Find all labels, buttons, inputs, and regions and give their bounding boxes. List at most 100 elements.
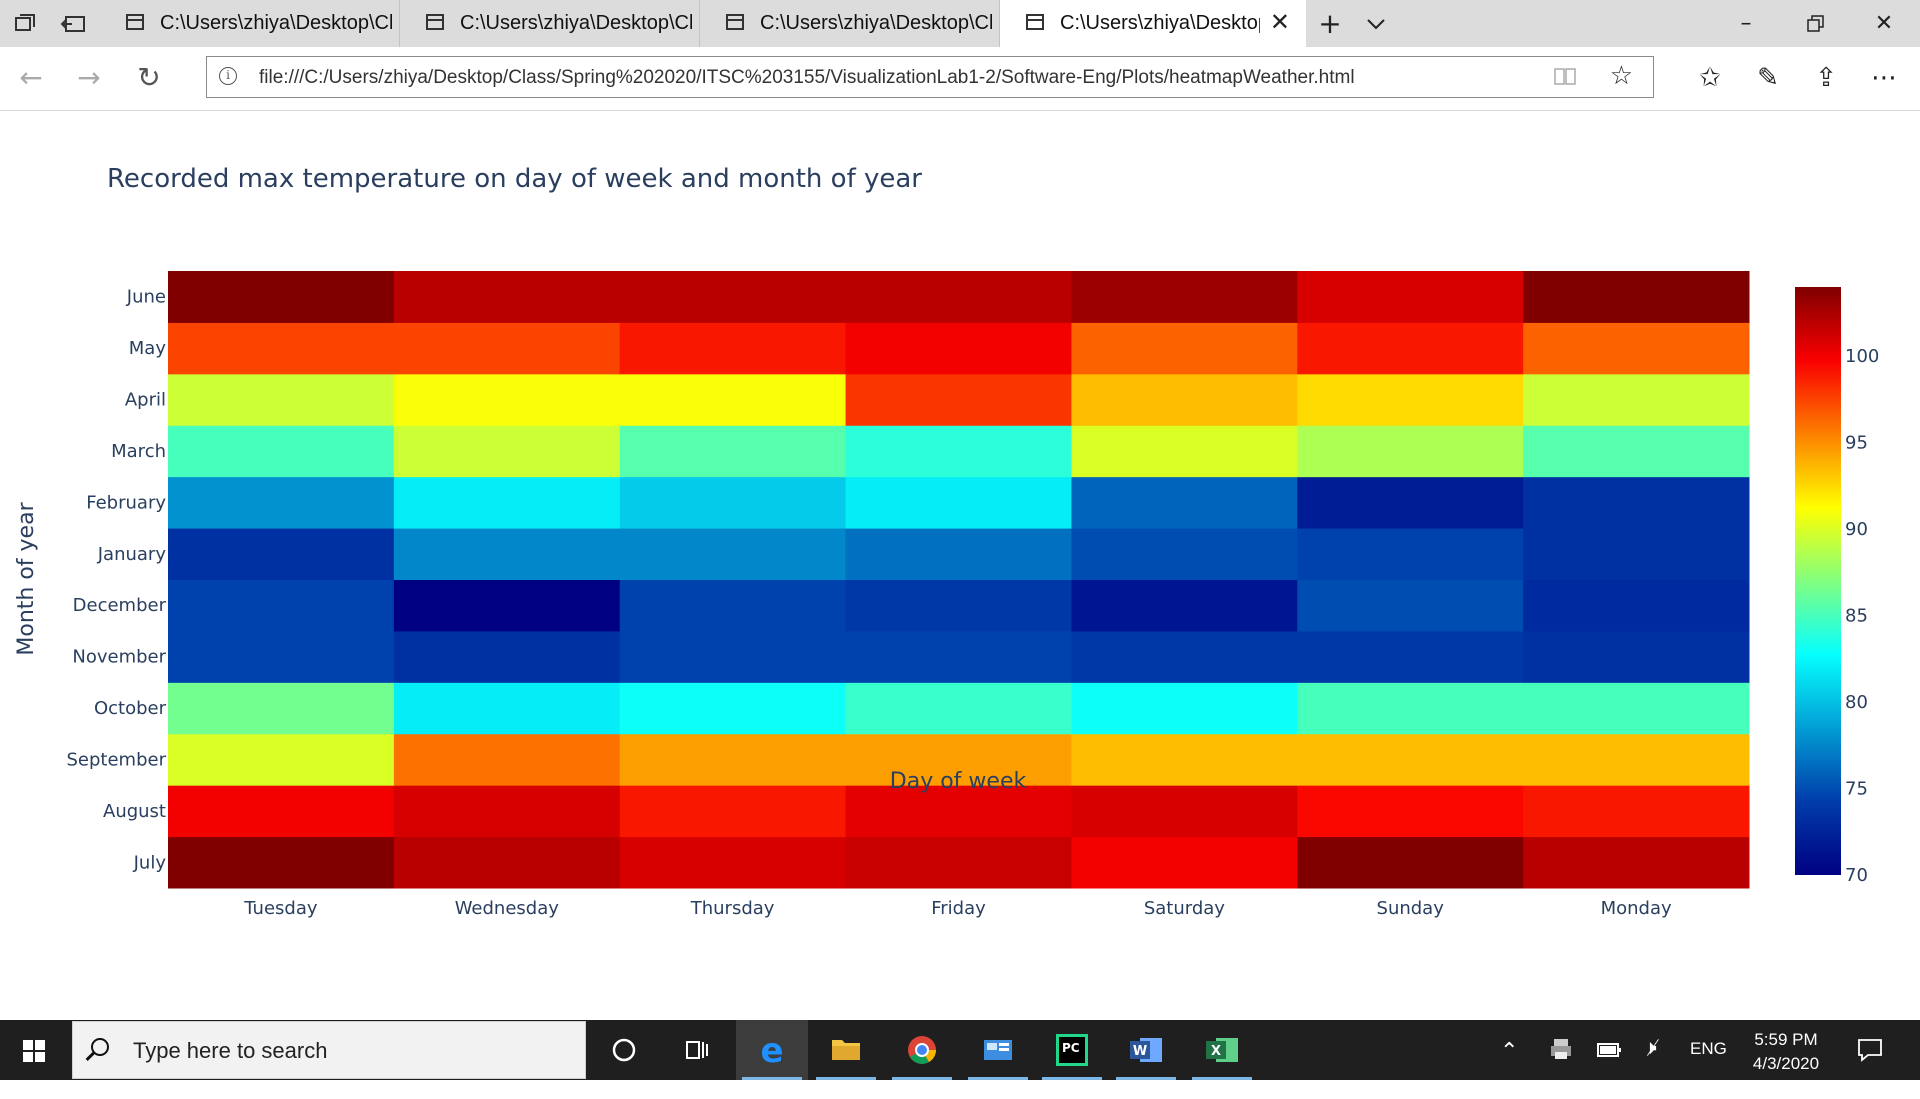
heatmap-cell[interactable] bbox=[1523, 579, 1750, 632]
heatmap-cell[interactable] bbox=[619, 785, 847, 838]
heatmap-cell[interactable] bbox=[1523, 425, 1750, 478]
heatmap-cell[interactable] bbox=[1297, 733, 1524, 786]
volume-muted-icon[interactable]: 🕨̸ bbox=[1644, 1037, 1657, 1097]
heatmap-cell[interactable] bbox=[393, 785, 621, 838]
heatmap-cell[interactable] bbox=[845, 630, 1072, 683]
cortana-icon[interactable] bbox=[588, 1020, 660, 1080]
heatmap-cell[interactable] bbox=[1071, 785, 1298, 838]
browser-tab[interactable]: C:\Users\zhiya\Desktop\Cla: bbox=[700, 0, 1000, 47]
set-tabs-aside-icon[interactable] bbox=[60, 10, 88, 38]
task-view-icon[interactable] bbox=[660, 1020, 732, 1080]
heatmap-cell[interactable] bbox=[619, 579, 847, 632]
heatmap-cell[interactable] bbox=[1297, 836, 1524, 889]
chrome-icon[interactable] bbox=[886, 1020, 958, 1080]
heatmap-cell[interactable] bbox=[1071, 630, 1298, 683]
heatmap-cell[interactable] bbox=[393, 630, 621, 683]
minimize-icon[interactable]: – bbox=[1726, 8, 1766, 40]
heatmap-cell[interactable] bbox=[1071, 373, 1298, 426]
heatmap-cell[interactable] bbox=[845, 579, 1072, 632]
heatmap-cell[interactable] bbox=[168, 271, 395, 323]
close-tab-icon[interactable]: ✕ bbox=[1270, 10, 1290, 34]
heatmap-cell[interactable] bbox=[845, 322, 1072, 375]
heatmap-cell[interactable] bbox=[845, 836, 1072, 889]
heatmap-cell[interactable] bbox=[1523, 785, 1750, 838]
heatmap-cell[interactable] bbox=[1297, 785, 1524, 838]
word-icon[interactable]: W bbox=[1110, 1020, 1182, 1080]
heatmap-cell[interactable] bbox=[619, 476, 847, 529]
heatmap-cell[interactable] bbox=[619, 733, 847, 786]
heatmap-cell[interactable] bbox=[619, 322, 847, 375]
address-url[interactable]: file:///C:/Users/zhiya/Desktop/Class/Spr… bbox=[259, 67, 1355, 89]
more-icon[interactable]: ⋯ bbox=[1866, 61, 1902, 95]
heatmap-cell[interactable] bbox=[845, 373, 1072, 426]
heatmap-cell[interactable] bbox=[619, 630, 847, 683]
edge-browser-icon[interactable]: e bbox=[736, 1020, 808, 1080]
heatmap-cell[interactable] bbox=[1071, 836, 1298, 889]
control-panel-icon[interactable] bbox=[962, 1020, 1034, 1080]
restore-icon[interactable] bbox=[1796, 8, 1836, 40]
favorites-icon[interactable]: ✩ bbox=[1692, 61, 1728, 95]
heatmap-cell[interactable] bbox=[168, 322, 395, 375]
heatmap-cell[interactable] bbox=[393, 271, 621, 323]
heatmap-cell[interactable] bbox=[1297, 579, 1524, 632]
heatmap-cell[interactable] bbox=[845, 271, 1072, 323]
heatmap-cell[interactable] bbox=[1297, 322, 1524, 375]
input-language[interactable]: ENG bbox=[1690, 1039, 1727, 1099]
heatmap-cell[interactable] bbox=[1071, 579, 1298, 632]
windows-start-icon[interactable] bbox=[0, 1020, 70, 1080]
heatmap-cell[interactable] bbox=[1297, 271, 1524, 323]
battery-icon[interactable] bbox=[1596, 1038, 1624, 1098]
heatmap-cell[interactable] bbox=[1071, 476, 1298, 529]
heatmap-cell[interactable] bbox=[1297, 528, 1524, 580]
heatmap-cell[interactable] bbox=[619, 271, 847, 323]
heatmap-cell[interactable] bbox=[168, 733, 395, 786]
system-clock[interactable]: 5:59 PM 4/3/2020 bbox=[1740, 1028, 1832, 1076]
heatmap-cell[interactable] bbox=[393, 682, 621, 735]
heatmap-cell[interactable] bbox=[393, 528, 621, 580]
heatmap-cell[interactable] bbox=[619, 836, 847, 889]
heatmap-cell[interactable] bbox=[168, 682, 395, 735]
heatmap-cell[interactable] bbox=[168, 836, 395, 889]
heatmap-cell[interactable] bbox=[619, 528, 847, 580]
heatmap-cell[interactable] bbox=[1071, 425, 1298, 478]
heatmap-cell[interactable] bbox=[393, 425, 621, 478]
chevron-down-icon[interactable] bbox=[1356, 8, 1396, 40]
action-center-icon[interactable] bbox=[1856, 1036, 1884, 1096]
heatmap-cell[interactable] bbox=[845, 528, 1072, 580]
heatmap-cell[interactable] bbox=[393, 373, 621, 426]
heatmap-cell[interactable] bbox=[168, 579, 395, 632]
heatmap-cell[interactable] bbox=[393, 579, 621, 632]
heatmap-cell[interactable] bbox=[1071, 528, 1298, 580]
pen-icon[interactable]: ✎ bbox=[1750, 61, 1786, 95]
printer-icon[interactable] bbox=[1548, 1036, 1574, 1096]
forward-icon[interactable]: → bbox=[72, 61, 106, 95]
heatmap-cell[interactable] bbox=[393, 476, 621, 529]
heatmap-cell[interactable] bbox=[1071, 322, 1298, 375]
heatmap-cell[interactable] bbox=[1523, 373, 1750, 426]
heatmap-cell[interactable] bbox=[1523, 836, 1750, 889]
heatmap-cell[interactable] bbox=[1523, 476, 1750, 529]
heatmap-cell[interactable] bbox=[1297, 630, 1524, 683]
file-explorer-icon[interactable] bbox=[810, 1020, 882, 1080]
back-icon[interactable]: ← bbox=[14, 61, 48, 95]
browser-tab-active[interactable]: C:\Users\zhiya\Desktop' ✕ bbox=[1000, 0, 1306, 47]
heatmap-cell[interactable] bbox=[845, 682, 1072, 735]
browser-tab[interactable]: C:\Users\zhiya\Desktop\Cla: bbox=[100, 0, 400, 47]
address-bar[interactable]: i file:///C:/Users/zhiya/Desktop/Class/S… bbox=[206, 56, 1654, 98]
heatmap-cell[interactable] bbox=[393, 733, 621, 786]
taskbar-search-box[interactable]: Type here to search bbox=[72, 1021, 586, 1079]
heatmap-cell[interactable] bbox=[619, 425, 847, 478]
heatmap-cell[interactable] bbox=[845, 476, 1072, 529]
heatmap-cell[interactable] bbox=[168, 528, 395, 580]
heatmap-cell[interactable] bbox=[1297, 425, 1524, 478]
excel-icon[interactable]: X bbox=[1186, 1020, 1258, 1080]
heatmap-cell[interactable] bbox=[168, 785, 395, 838]
heatmap-cell[interactable] bbox=[1523, 528, 1750, 580]
reading-view-icon[interactable] bbox=[1553, 66, 1577, 86]
favorite-star-icon[interactable]: ☆ bbox=[1610, 62, 1633, 90]
tab-actions-icon[interactable] bbox=[12, 10, 40, 38]
heatmap-cell[interactable] bbox=[393, 836, 621, 889]
heatmap-cell[interactable] bbox=[1071, 733, 1298, 786]
heatmap-cell[interactable] bbox=[1523, 733, 1750, 786]
heatmap-cell[interactable] bbox=[168, 373, 395, 426]
